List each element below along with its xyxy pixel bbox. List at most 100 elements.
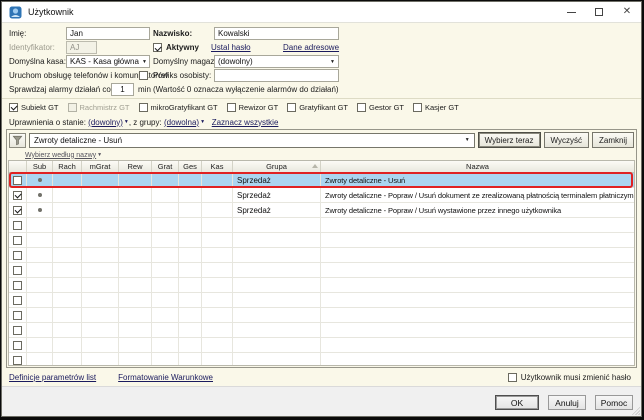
permission-search-combobox[interactable]: Zwroty detaliczne - Usuń ▼	[29, 132, 475, 148]
checkbox[interactable]	[287, 102, 297, 112]
row-select-cell[interactable]	[9, 173, 27, 188]
active-checkbox[interactable]	[153, 43, 162, 52]
product-checkbox-gratyfikant-gt[interactable]: Gratyfikant GT	[287, 102, 348, 112]
product-label: Gestor GT	[368, 102, 404, 112]
choose-now-button[interactable]: Wybierz teraz	[477, 132, 541, 148]
filter-button[interactable]	[9, 132, 26, 148]
row-checkbox[interactable]	[13, 190, 22, 200]
phone-service-checkbox[interactable]	[139, 71, 148, 80]
personal-prefix-input[interactable]	[214, 69, 339, 82]
subiekt-dot-icon	[37, 178, 42, 182]
list-parameters-link[interactable]: Definicje parametrów list	[9, 373, 96, 382]
empty-row[interactable]	[9, 293, 634, 308]
row-checkbox[interactable]	[13, 325, 22, 335]
permission-row[interactable]: Sprzedaż Zwroty detaliczne - Usuń	[9, 172, 634, 188]
minimize-button[interactable]	[557, 2, 585, 22]
row-checkbox[interactable]	[13, 340, 22, 350]
checkbox[interactable]	[138, 102, 148, 112]
checkbox[interactable]	[356, 102, 366, 112]
empty-row[interactable]	[9, 248, 634, 263]
row-checkbox[interactable]	[13, 175, 22, 185]
empty-row[interactable]	[9, 353, 634, 365]
default-warehouse-dropdown[interactable]: (dowolny) ▼	[214, 55, 339, 68]
must-change-password-checkbox[interactable]	[507, 372, 517, 382]
column-header-ges[interactable]: Ges	[179, 161, 202, 172]
row-select-cell[interactable]	[9, 263, 27, 278]
alarm-unit-label: min	[138, 85, 151, 94]
product-checkbox-kasjer-gt[interactable]: Kasjer GT	[413, 102, 459, 112]
maximize-button[interactable]	[585, 2, 613, 22]
product-checkbox-subiekt-gt[interactable]: Subiekt GT	[9, 102, 59, 112]
row-checkbox[interactable]	[13, 235, 22, 245]
empty-row[interactable]	[9, 338, 634, 353]
set-password-link[interactable]: Ustal hasło	[211, 43, 251, 52]
empty-row[interactable]	[9, 233, 634, 248]
row-select-cell[interactable]	[9, 308, 27, 323]
row-checkbox[interactable]	[13, 355, 22, 365]
row-select-cell[interactable]	[9, 203, 27, 218]
row-checkbox[interactable]	[13, 205, 22, 215]
close-panel-button[interactable]: Zamknij	[591, 132, 634, 148]
row-select-cell[interactable]	[9, 233, 27, 248]
column-header-sub[interactable]: Sub	[27, 161, 53, 172]
column-header-grat[interactable]: Grat	[152, 161, 179, 172]
row-checkbox[interactable]	[13, 220, 22, 230]
default-cash-dropdown[interactable]: KAS - Kasa główna ▼	[66, 55, 150, 68]
row-select-cell[interactable]	[9, 188, 27, 203]
cancel-button[interactable]: Anuluj	[548, 395, 586, 410]
select-all-link[interactable]: Zaznacz wszystkie	[212, 118, 279, 127]
help-button[interactable]: Pomoc	[595, 395, 633, 410]
empty-row[interactable]	[9, 263, 634, 278]
cell-empty	[119, 278, 152, 293]
last-name-label: Nazwisko:	[153, 29, 193, 38]
row-select-cell[interactable]	[9, 323, 27, 338]
product-checkbox-mikrogratyfikant-gt[interactable]: mikroGratyfikant GT	[138, 102, 218, 112]
permission-row[interactable]: Sprzedaż Zwroty detaliczne - Popraw / Usu…	[9, 188, 634, 203]
row-select-cell[interactable]	[9, 338, 27, 353]
column-header-nazwa[interactable]: Nazwa	[321, 161, 634, 172]
column-header-grupa[interactable]: Grupa	[233, 161, 321, 172]
address-data-link[interactable]: Dane adresowe	[283, 43, 339, 52]
product-checkbox-rewizor-gt[interactable]: Rewizor GT	[226, 102, 278, 112]
product-checkbox-gestor-gt[interactable]: Gestor GT	[356, 102, 404, 112]
cell-empty	[53, 278, 82, 293]
checkbox[interactable]	[9, 102, 18, 112]
row-select-cell[interactable]	[9, 278, 27, 293]
clear-button[interactable]: Wyczyść	[543, 132, 589, 148]
last-name-input[interactable]	[214, 27, 339, 40]
empty-row[interactable]	[9, 323, 634, 338]
row-select-cell[interactable]	[9, 293, 27, 308]
column-header-select[interactable]	[9, 161, 27, 172]
row-checkbox[interactable]	[13, 310, 22, 320]
empty-row[interactable]	[9, 308, 634, 323]
ok-button[interactable]: OK	[495, 395, 539, 410]
row-checkbox[interactable]	[13, 280, 22, 290]
product-label: Rachmistrz GT	[79, 102, 130, 112]
column-header-kas[interactable]: Kas	[202, 161, 233, 172]
row-select-cell[interactable]	[9, 218, 27, 233]
close-button[interactable]: ✕	[613, 2, 641, 22]
row-select-cell[interactable]	[9, 248, 27, 263]
state-filter-value[interactable]: (dowolny)	[88, 118, 123, 127]
checkbox[interactable]	[226, 102, 236, 112]
row-checkbox[interactable]	[13, 265, 22, 275]
row-checkbox[interactable]	[13, 295, 22, 305]
cell-empty	[27, 338, 53, 353]
select-by-name-link[interactable]: Wybierz według nazwy	[25, 152, 96, 159]
column-header-rach[interactable]: Rach	[53, 161, 82, 172]
column-header-rew[interactable]: Rew	[119, 161, 152, 172]
column-header-mgrat[interactable]: mGrat	[82, 161, 119, 172]
permission-row[interactable]: Sprzedaż Zwroty detaliczne - Popraw / Usu…	[9, 203, 634, 218]
conditional-formatting-link[interactable]: Formatowanie Warunkowe	[118, 373, 213, 382]
first-name-input[interactable]	[66, 27, 150, 40]
row-checkbox[interactable]	[13, 250, 22, 260]
row-select-cell[interactable]	[9, 353, 27, 365]
empty-row[interactable]	[9, 218, 634, 233]
resize-grip[interactable]	[629, 404, 640, 415]
checkbox[interactable]	[413, 102, 422, 112]
alarm-interval-input[interactable]	[111, 83, 134, 96]
group-filter-value[interactable]: (dowolna)	[164, 118, 199, 127]
empty-row[interactable]	[9, 278, 634, 293]
must-change-password-row[interactable]: Użytkownik musi zmienić hasło	[507, 372, 631, 382]
subiekt-dot-icon	[37, 208, 42, 212]
